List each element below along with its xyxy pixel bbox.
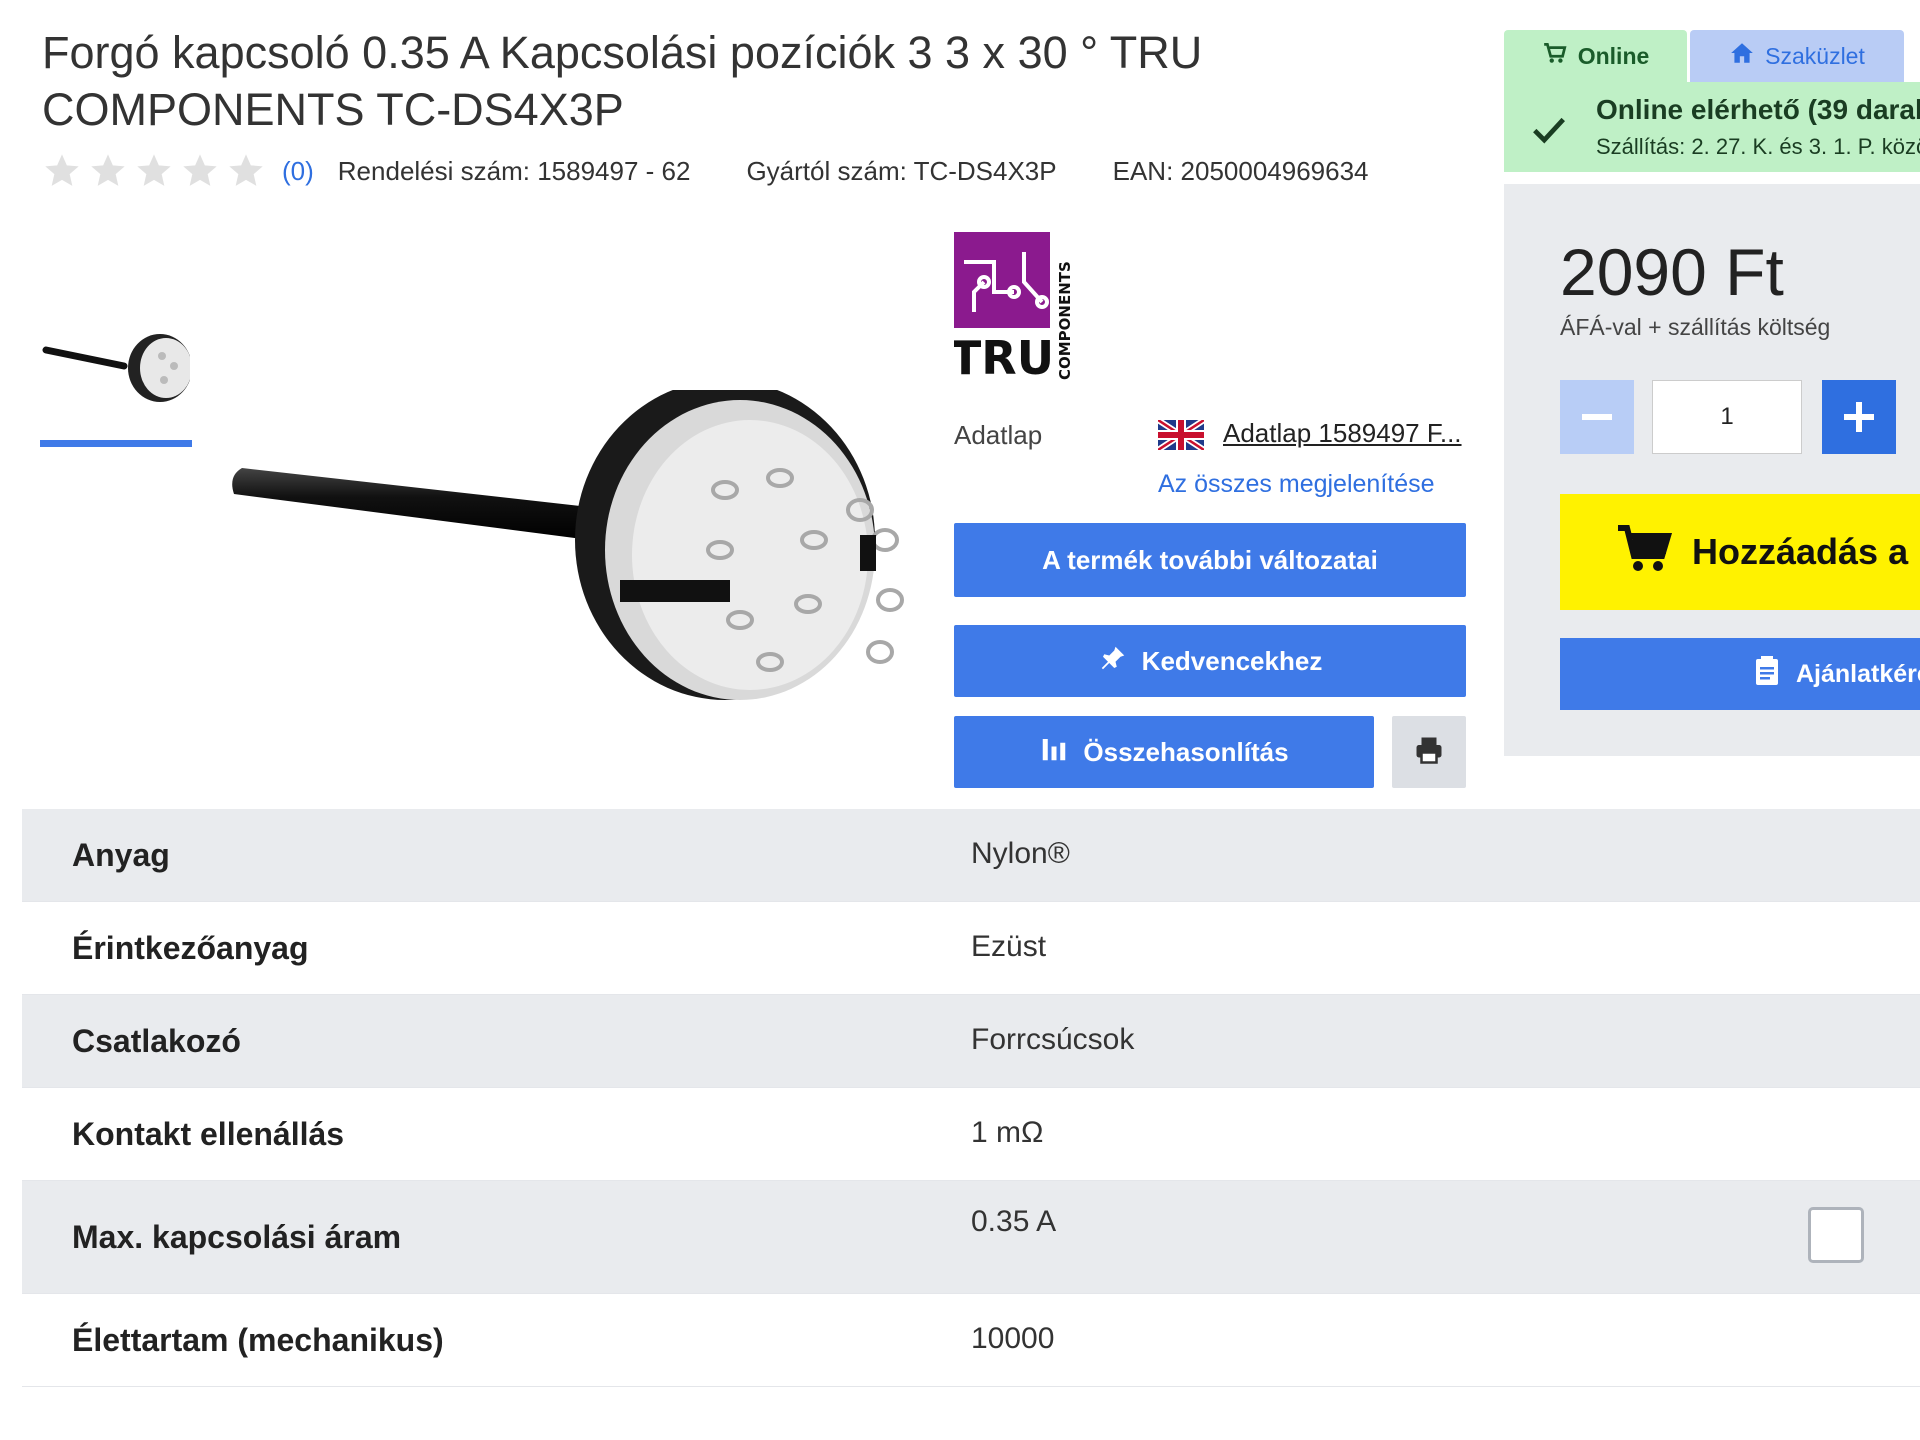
cart-icon [1542,40,1568,72]
quantity-input[interactable]: 1 [1652,380,1802,454]
add-to-favorites-label: Kedvencekhez [1141,645,1323,676]
price-amount: 2090 Ft [1560,235,1784,309]
spec-row: Anyag Nylon® [22,809,1920,902]
home-icon [1729,40,1755,72]
printer-icon [1414,735,1444,770]
star-icon [134,151,174,191]
price-panel: 2090 Ft ÁFÁ-val + szállítás költség 1 Ho… [1504,184,1920,756]
spec-value: Ezüst [971,930,1047,963]
pin-icon [1098,643,1128,680]
spec-name: Anyag [72,837,170,873]
spec-row: Max. kapcsolási áram 0.35 A [22,1181,1920,1294]
availability-box: Online elérhető (39 darab) Szállítás: 2.… [1504,82,1920,172]
add-to-favorites-button[interactable]: Kedvencekhez [954,625,1466,697]
spec-name: Csatlakozó [72,1023,241,1059]
filter-checkbox[interactable] [1808,1207,1864,1263]
uk-flag-icon [1156,417,1206,453]
compare-button[interactable]: Összehasonlítás [954,716,1374,788]
cart-icon [1616,522,1674,583]
brand-logo[interactable]: TRU COMPONENTS [950,232,1080,385]
spec-name: Max. kapcsolási áram [72,1219,402,1255]
spec-row: Csatlakozó Forrcsúcsok [22,995,1920,1088]
manufacturer-number: Gyártól szám: TC-DS4X3P [746,155,1057,186]
compare-label: Összehasonlítás [1083,736,1289,767]
product-variants-button[interactable]: A termék további változatai [954,523,1466,597]
spec-value: 1 mΩ [971,1116,1044,1149]
star-icon [226,151,266,191]
spec-name: Kontakt ellenállás [72,1116,345,1152]
star-icon [180,151,220,191]
request-quote-button[interactable]: Ajánlatkérés [1560,638,1920,710]
spec-row: Érintkezőanyag Ezüst [22,902,1920,995]
print-button[interactable] [1392,716,1466,788]
request-quote-label: Ajánlatkérés [1796,659,1920,688]
document-icon [1754,655,1780,693]
spec-value: 0.35 A [971,1205,1057,1238]
order-number: Rendelési szám: 1589497 - 62 [337,155,691,186]
spec-name: Érintkezőanyag [72,930,309,966]
product-meta-row: (0) Rendelési szám: 1589497 - 62 Gyártól… [42,146,1425,196]
datasheet-label: Adatlap [954,420,1043,450]
spec-table: Anyag Nylon® Érintkezőanyag Ezüst Csatla… [22,809,1920,1387]
thumbnail-active-indicator [40,440,192,447]
spec-value: Forrcsúcsok [971,1023,1135,1056]
tab-store[interactable]: Szaküzlet [1690,30,1904,82]
availability-status: Online elérhető (39 darab) [1596,94,1920,125]
spec-value: 10000 [971,1322,1055,1355]
bar-chart-icon [1039,734,1069,771]
add-to-cart-label: Hozzáadás a kosárhoz [1692,531,1920,572]
brand-subname: COMPONENTS [1056,261,1074,380]
product-thumbnail[interactable] [40,300,192,430]
datasheet-link[interactable]: Adatlap 1589497 F... [1223,418,1462,449]
tab-store-label: Szaküzlet [1765,42,1865,69]
quantity-increase-button[interactable] [1822,380,1896,454]
minus-icon [1580,400,1614,434]
checkmark-icon [1530,110,1568,148]
shipping-dates: Szállítás: 2. 27. K. és 3. 1. P. között [1596,134,1920,159]
show-all-documents-link[interactable]: Az összes megjelenítése [1158,470,1435,499]
quantity-decrease-button[interactable] [1560,380,1634,454]
spec-row: Kontakt ellenállás 1 mΩ [22,1088,1920,1181]
product-title: Forgó kapcsoló 0.35 A Kapcsolási pozíció… [42,27,1203,135]
price-note: ÁFÁ-val + szállítás költség [1560,314,1831,340]
rating-count-link[interactable]: (0) [282,156,314,187]
plus-icon [1842,400,1876,434]
star-icon [88,151,128,191]
rating-stars[interactable] [42,151,266,191]
star-icon [42,151,82,191]
spec-value: Nylon® [971,837,1070,870]
brand-name: TRU [954,331,1054,382]
product-variants-label: A termék további változatai [1042,544,1378,575]
tab-online[interactable]: Online [1504,30,1687,82]
ean-number: EAN: 2050004969634 [1112,155,1369,186]
spec-name: Élettartam (mechanikus) [72,1322,444,1358]
product-main-image[interactable] [220,380,920,780]
tab-online-label: Online [1577,42,1650,69]
spec-row: Élettartam (mechanikus) 10000 [22,1294,1920,1387]
add-to-cart-button[interactable]: Hozzáadás a kosárhoz [1560,494,1920,610]
